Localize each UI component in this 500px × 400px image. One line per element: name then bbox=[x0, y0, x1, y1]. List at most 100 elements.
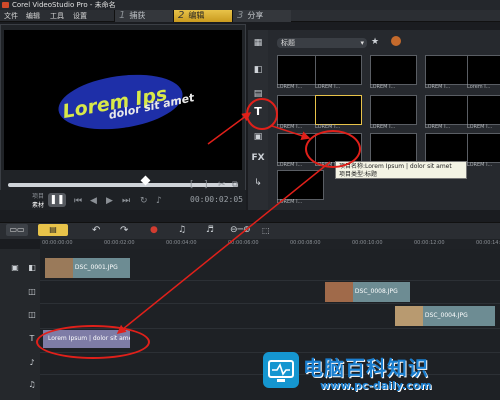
thumbnail-tooltip: 项目名称:Lorem Ipsum | dolor sit amet 项目类型:标… bbox=[335, 161, 467, 179]
fx-icon[interactable]: FX bbox=[251, 152, 265, 164]
step-label: 捕获 bbox=[129, 11, 146, 20]
window-title: Corel VideoStudio Pro - 未命名 bbox=[12, 1, 116, 9]
watermark-logo bbox=[263, 352, 299, 388]
end-icon[interactable]: ⏭ bbox=[122, 196, 130, 206]
menu-bar: 文件 编辑 工具 设置 1 捕获 2 编辑 3 分享 bbox=[0, 10, 500, 22]
title-thumbnail[interactable] bbox=[370, 133, 417, 163]
undo-icon[interactable]: ↶ bbox=[92, 225, 100, 236]
play-pause-icon[interactable]: ❚❚ bbox=[48, 193, 66, 207]
title-thumbnail[interactable] bbox=[370, 95, 417, 125]
home-icon[interactable]: ⏮ bbox=[74, 196, 82, 206]
step-label: 分享 bbox=[247, 11, 264, 20]
title-thumbnail[interactable] bbox=[277, 170, 324, 200]
track-divider bbox=[40, 280, 500, 281]
redo-icon[interactable]: ↷ bbox=[120, 225, 128, 236]
annotation-circle-title-icon bbox=[246, 98, 278, 130]
thumbnail-label: LOREM I... bbox=[425, 124, 451, 130]
annotation-circle-title-clip bbox=[36, 325, 150, 359]
app-logo-icon bbox=[2, 2, 9, 8]
fit-project-icon[interactable]: ⬚ bbox=[262, 226, 270, 235]
overlay-track-1-icon[interactable]: ◫ bbox=[25, 287, 39, 297]
timecode[interactable]: 00:00:02:05 bbox=[190, 195, 243, 204]
ruler-tick-label: 00:00:14:00 bbox=[476, 240, 500, 246]
enlarge-icon[interactable]: ⧉ bbox=[232, 180, 238, 190]
mark-out-icon[interactable]: ] bbox=[204, 180, 208, 190]
clip-name: DSC_0001.JPG bbox=[74, 264, 118, 271]
step-edit[interactable]: 2 编辑 bbox=[173, 10, 232, 22]
watermark-url: www.pc-daily.com bbox=[320, 379, 432, 392]
annotation-circle-thumbnail bbox=[305, 130, 361, 168]
title-thumbnail[interactable] bbox=[315, 95, 362, 125]
track-divider bbox=[40, 303, 500, 304]
title-thumbnail[interactable] bbox=[467, 133, 500, 163]
music-track-icon[interactable]: ♫ bbox=[25, 380, 39, 390]
title-thumbnail[interactable] bbox=[370, 55, 417, 85]
media-icon[interactable]: ▦ bbox=[251, 37, 265, 49]
ruler-tick-label: 00:00:04:00 bbox=[166, 240, 197, 246]
chevron-down-icon: ▾ bbox=[360, 39, 364, 47]
library-category-dropdown[interactable]: 标题 ▾ bbox=[277, 38, 367, 48]
ruler-tick-label: 00:00:00:00 bbox=[42, 240, 73, 246]
options-icon[interactable] bbox=[391, 36, 401, 46]
step-number: 3 bbox=[237, 10, 244, 21]
title-thumbnail[interactable] bbox=[425, 133, 472, 163]
add-favorite-icon[interactable]: ★ bbox=[371, 37, 379, 47]
thumbnail-label: LOREM I... bbox=[315, 84, 341, 90]
tooltip-type: 项目类型:标题 bbox=[339, 171, 378, 178]
menu-edit[interactable]: 编辑 bbox=[26, 10, 40, 22]
step-label: 编辑 bbox=[188, 11, 205, 20]
title-thumbnail[interactable] bbox=[467, 55, 500, 85]
title-thumbnail[interactable] bbox=[425, 95, 472, 125]
title-thumbnail[interactable] bbox=[315, 55, 362, 85]
auto-music-icon[interactable]: ♬ bbox=[206, 225, 214, 235]
mark-in-icon[interactable]: [ bbox=[190, 180, 194, 190]
menu-tools[interactable]: 工具 bbox=[50, 10, 64, 22]
title-thumbnail[interactable] bbox=[467, 95, 500, 125]
voice-track-icon[interactable]: ♪ bbox=[25, 358, 39, 368]
video-clip[interactable]: DSC_0001.JPG bbox=[45, 258, 130, 278]
next-frame-icon[interactable]: ▶ bbox=[106, 196, 113, 206]
title-thumbnail[interactable] bbox=[425, 55, 472, 85]
ruler-tick-label: 00:00:06:00 bbox=[228, 240, 259, 246]
ruler-tick-label: 00:00:08:00 bbox=[290, 240, 321, 246]
volume-icon[interactable]: ♪ bbox=[156, 196, 162, 206]
ruler-tick-label: 00:00:12:00 bbox=[414, 240, 445, 246]
prev-frame-icon[interactable]: ◀ bbox=[90, 196, 97, 206]
split-icon[interactable]: ✂ bbox=[218, 180, 226, 190]
record-capture-icon[interactable]: ● bbox=[150, 225, 158, 235]
title-bar: Corel VideoStudio Pro - 未命名 bbox=[0, 0, 500, 10]
instant-project-icon[interactable]: ▣ bbox=[251, 131, 265, 143]
ruler-tick-label: 00:00:10:00 bbox=[352, 240, 383, 246]
menu-file[interactable]: 文件 bbox=[4, 10, 18, 22]
overlay-clip[interactable]: DSC_0008.JPG bbox=[325, 282, 410, 302]
step-share[interactable]: 3 分享 bbox=[232, 10, 291, 22]
transition-icon[interactable]: ◧ bbox=[251, 64, 265, 76]
mix-audio-icon[interactable]: ♫ bbox=[178, 225, 186, 235]
timeline-ruler[interactable]: 00:00:00:00 00:00:02:00 00:00:04:00 00:00:0… bbox=[40, 239, 500, 249]
timeline-view-icon[interactable]: ▤ bbox=[38, 224, 68, 236]
video-track-icon[interactable]: ▣ bbox=[8, 263, 22, 273]
repeat-icon[interactable]: ↻ bbox=[140, 196, 148, 206]
clip-thumbnail bbox=[395, 306, 423, 326]
step-capture[interactable]: 1 捕获 bbox=[114, 10, 173, 22]
menu-settings[interactable]: 设置 bbox=[73, 10, 87, 22]
thumbnail-label: LOREM I... bbox=[425, 84, 451, 90]
thumbnail-label: LOREM I... bbox=[370, 124, 396, 130]
overlay-track-2-icon[interactable]: ◫ bbox=[25, 310, 39, 320]
thumbnail-label: LOREM I... bbox=[370, 84, 396, 90]
clip-name: DSC_0008.JPG bbox=[354, 288, 398, 295]
path-icon[interactable]: ↳ bbox=[251, 177, 265, 189]
library-category-value: 标题 bbox=[281, 39, 295, 47]
video-track-toggle-icon[interactable]: ◧ bbox=[25, 263, 39, 273]
clip-thumbnail bbox=[325, 282, 353, 302]
project-mode-label[interactable]: 项目 bbox=[32, 191, 44, 200]
tooltip-name: 项目名称:Lorem Ipsum | dolor sit amet bbox=[339, 163, 452, 170]
clip-name: DSC_0004.JPG bbox=[424, 312, 468, 319]
clip-thumbnail bbox=[45, 258, 73, 278]
clip-mode-label[interactable]: 素材 bbox=[32, 200, 44, 209]
watermark-brand: 电脑百科知识 bbox=[303, 356, 429, 380]
thumbnail-label: LOREM I... bbox=[467, 162, 493, 168]
storyboard-view-icon[interactable]: ▭▭ bbox=[6, 224, 28, 236]
zoom-slider-icon[interactable]: ⊖─⊕ bbox=[230, 225, 251, 235]
overlay-clip[interactable]: DSC_0004.JPG bbox=[395, 306, 495, 326]
